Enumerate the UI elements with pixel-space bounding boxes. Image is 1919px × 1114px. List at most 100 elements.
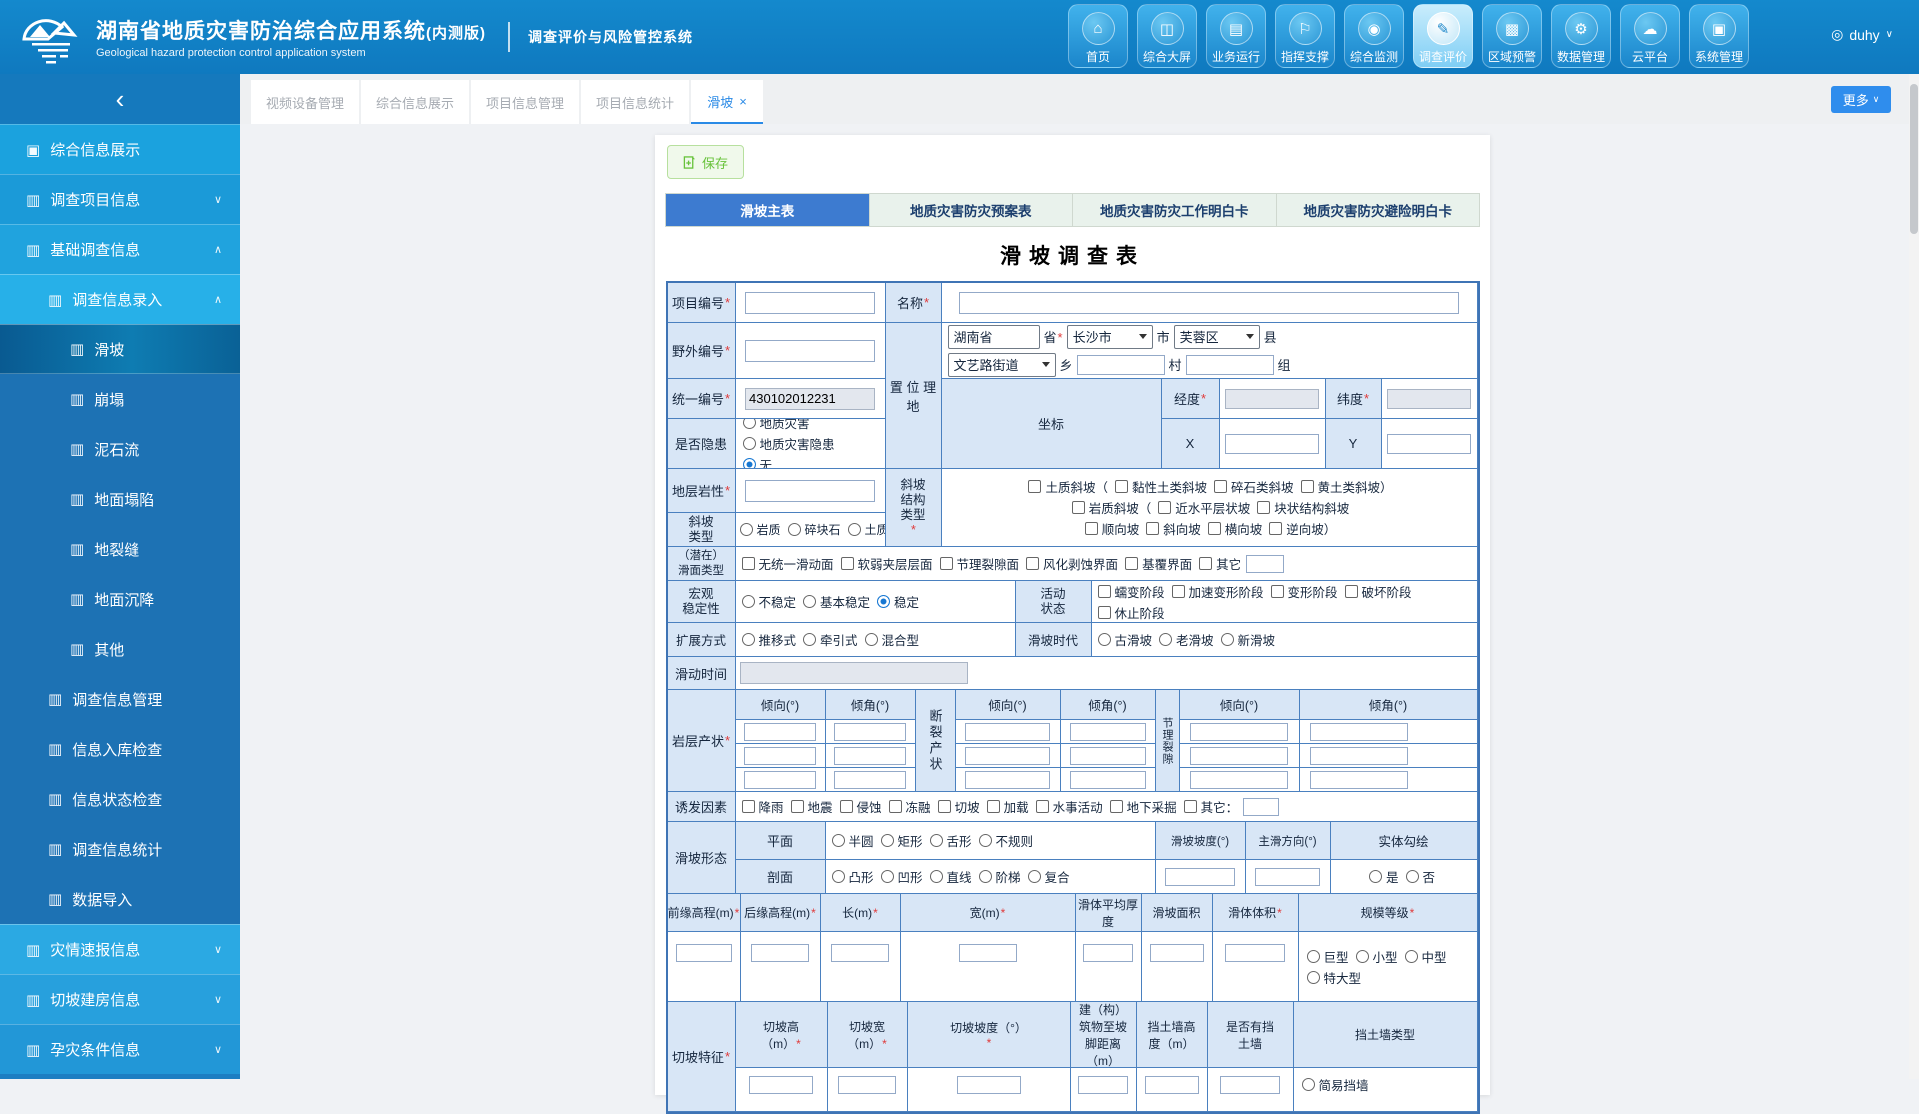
radio-icon[interactable] — [930, 870, 943, 883]
radio-option[interactable]: 碎块石 — [788, 521, 841, 538]
attitude-input[interactable] — [834, 723, 906, 741]
radio-icon[interactable] — [1159, 633, 1172, 646]
width-input[interactable] — [959, 944, 1017, 962]
y-input[interactable] — [1387, 434, 1471, 454]
checkbox-icon[interactable] — [987, 800, 1000, 813]
page-scrollbar[interactable] — [1909, 74, 1919, 1079]
attitude-input[interactable] — [744, 723, 816, 741]
checkbox-icon[interactable] — [1301, 480, 1314, 493]
radio-option[interactable]: 古滑坡 — [1098, 630, 1153, 649]
sidebar-item-hazard-conditions[interactable]: ▥孕灾条件信息∨ — [0, 1024, 240, 1074]
checkbox-icon[interactable] — [1098, 585, 1111, 598]
sidebar-item-ground-collapse[interactable]: ▥地面塌陷 — [0, 474, 240, 524]
checkbox-option[interactable]: 基覆界面 — [1125, 554, 1192, 573]
checkbox-option[interactable]: 岩质斜坡（ — [1072, 498, 1152, 517]
province-field[interactable]: 湖南省 — [948, 325, 1040, 349]
checkbox-icon[interactable] — [1271, 585, 1284, 598]
checkbox-icon[interactable] — [1072, 501, 1085, 514]
radio-icon[interactable] — [742, 595, 755, 608]
radio-icon[interactable] — [742, 633, 755, 646]
checkbox-option[interactable]: 黏性土类斜坡 — [1115, 477, 1207, 496]
sidebar-item-status-check[interactable]: ▥信息状态检查 — [0, 774, 240, 824]
sidebar-item-disaster-report[interactable]: ▥灾情速报信息∨ — [0, 924, 240, 974]
scrollbar-thumb[interactable] — [1910, 84, 1918, 234]
checkbox-icon[interactable] — [1146, 522, 1159, 535]
radio-option[interactable]: 小型 — [1356, 947, 1398, 966]
joint-input[interactable] — [1310, 747, 1408, 765]
sidebar-item-survey-stats[interactable]: ▥调查信息统计 — [0, 824, 240, 874]
checkbox-icon[interactable] — [1036, 800, 1049, 813]
checkbox-option[interactable]: 地震 — [791, 797, 833, 816]
rear-elevation-input[interactable] — [751, 944, 809, 962]
checkbox-icon[interactable] — [1172, 585, 1185, 598]
city-select[interactable]: 长沙市 — [1067, 325, 1153, 349]
checkbox-option[interactable]: 逆向坡） — [1269, 519, 1336, 538]
checkbox-option[interactable]: 加速变形阶段 — [1172, 582, 1264, 601]
radio-icon[interactable] — [1028, 870, 1041, 883]
radio-option[interactable]: 牵引式 — [803, 630, 858, 649]
attitude-input[interactable] — [834, 771, 906, 789]
volume-input[interactable] — [1225, 944, 1285, 962]
radio-option[interactable]: 新滑坡 — [1221, 630, 1276, 649]
checkbox-icon[interactable] — [742, 557, 755, 570]
tab-video-devices[interactable]: 视频设备管理 — [251, 80, 359, 124]
fault-input[interactable] — [965, 747, 1050, 765]
radio-option[interactable]: 中型 — [1405, 947, 1447, 966]
checkbox-icon[interactable] — [840, 800, 853, 813]
slip-other-input[interactable] — [1246, 555, 1284, 573]
tab-project-mgmt[interactable]: 项目信息管理 — [471, 80, 579, 124]
radio-icon[interactable] — [848, 523, 861, 536]
checkbox-option[interactable]: 近水平层状坡 — [1158, 498, 1250, 517]
radio-icon[interactable] — [877, 595, 890, 608]
radio-option[interactable]: 特大型 — [1307, 968, 1362, 987]
radio-icon[interactable] — [803, 633, 816, 646]
user-menu[interactable]: ◎ duhy ∨ — [1831, 26, 1893, 43]
radio-icon[interactable] — [743, 419, 756, 429]
lithology-input[interactable] — [745, 480, 875, 502]
fault-input[interactable] — [1070, 771, 1146, 789]
radio-icon[interactable] — [1406, 870, 1419, 883]
fault-input[interactable] — [1070, 747, 1146, 765]
trigger-other-input[interactable] — [1243, 798, 1279, 816]
radio-icon[interactable] — [832, 870, 845, 883]
form-tab-plan[interactable]: 地质灾害防灾预案表 — [870, 194, 1074, 226]
radio-icon[interactable] — [1307, 971, 1320, 984]
radio-icon[interactable] — [1221, 633, 1234, 646]
sidebar-collapse-icon[interactable]: ‹ — [116, 86, 125, 112]
radio-option[interactable]: 半圆 — [832, 831, 874, 850]
sidebar-item-collapse-hazard[interactable]: ▥崩塌 — [0, 374, 240, 424]
joint-input[interactable] — [1190, 771, 1288, 789]
radio-option[interactable]: 否 — [1406, 867, 1436, 886]
nav-cloud[interactable]: ☁云平台 — [1620, 4, 1680, 68]
radio-option[interactable]: 直线 — [930, 867, 972, 886]
radio-icon[interactable] — [979, 834, 992, 847]
radio-icon[interactable] — [1302, 1078, 1315, 1091]
checkbox-option[interactable]: 横向坡 — [1208, 519, 1263, 538]
form-tab-avoid-card[interactable]: 地质灾害防灾避险明白卡 — [1277, 194, 1480, 226]
nav-command[interactable]: ⚐指挥支撑 — [1275, 4, 1335, 68]
attitude-input[interactable] — [834, 747, 906, 765]
fault-input[interactable] — [965, 723, 1050, 741]
radio-icon[interactable] — [881, 870, 894, 883]
radio-icon[interactable] — [1405, 950, 1418, 963]
radio-icon[interactable] — [788, 523, 801, 536]
radio-option[interactable]: 地质灾害 — [743, 419, 810, 432]
radio-option[interactable]: 是 — [1369, 867, 1399, 886]
checkbox-option[interactable]: 破坏阶段 — [1345, 582, 1412, 601]
checkbox-icon[interactable] — [1125, 557, 1138, 570]
nav-business[interactable]: ▤业务运行 — [1206, 4, 1266, 68]
sidebar-item-subsidence[interactable]: ▥地面沉降 — [0, 574, 240, 624]
nav-data-mgmt[interactable]: ⚙数据管理 — [1551, 4, 1611, 68]
joint-input[interactable] — [1190, 723, 1288, 741]
nav-survey-eval[interactable]: ✎调查评价 — [1413, 4, 1473, 68]
sidebar-item-storage-check[interactable]: ▥信息入库检查 — [0, 724, 240, 774]
sidebar-item-other[interactable]: ▥其他 — [0, 624, 240, 674]
slope-degree-input[interactable] — [1165, 868, 1235, 886]
checkbox-icon[interactable] — [1026, 557, 1039, 570]
checkbox-icon[interactable] — [1028, 480, 1041, 493]
checkbox-option[interactable]: 土质斜坡（ — [1028, 477, 1108, 496]
sidebar-item-info-display[interactable]: ▣综合信息展示 — [0, 124, 240, 174]
avg-thickness-input[interactable] — [1083, 944, 1133, 962]
checkbox-icon[interactable] — [940, 557, 953, 570]
radio-option[interactable]: 矩形 — [881, 831, 923, 850]
